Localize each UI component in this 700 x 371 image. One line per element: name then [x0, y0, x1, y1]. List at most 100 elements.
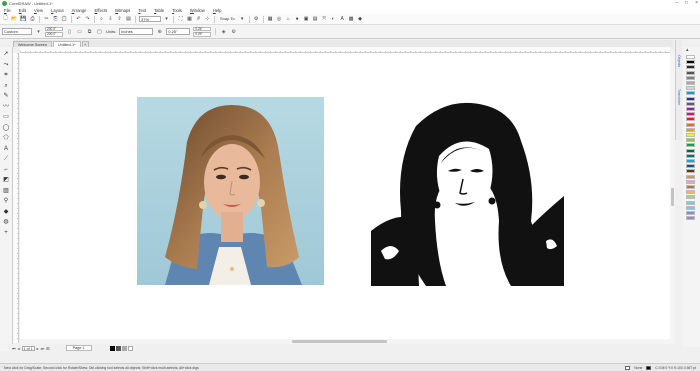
palette-swatch[interactable]: [686, 117, 695, 122]
connector-tool-icon[interactable]: ⌐: [2, 166, 10, 174]
save-icon[interactable]: 💾: [20, 16, 27, 23]
menu-table[interactable]: Table: [154, 8, 164, 13]
portrait-icon[interactable]: ▯: [66, 28, 73, 35]
publish-pdf-icon[interactable]: ▤: [125, 16, 132, 23]
transform-icon[interactable]: ⤧: [321, 16, 328, 23]
palette-swatch[interactable]: [686, 91, 695, 96]
palette-swatch[interactable]: [686, 138, 695, 143]
document-swatch[interactable]: [127, 345, 133, 351]
first-page-icon[interactable]: ⏮: [12, 346, 16, 351]
drop-shadow-icon[interactable]: ◩: [2, 176, 10, 184]
document-swatch[interactable]: [109, 345, 115, 351]
freehand-tool-icon[interactable]: ✎: [2, 92, 10, 100]
menu-layout[interactable]: Layout: [51, 8, 64, 13]
palette-swatch[interactable]: [686, 65, 695, 70]
chevron-down-icon[interactable]: ▾: [163, 16, 170, 23]
all-pages-icon[interactable]: ⧉: [86, 28, 93, 35]
page-height-field[interactable]: 200.0": [45, 32, 63, 37]
chevron-down-icon[interactable]: ▾: [239, 16, 246, 23]
options-gear-icon[interactable]: ⚙: [253, 16, 260, 23]
zoom-tool-icon[interactable]: ⌕: [2, 82, 10, 90]
palette-swatch[interactable]: [686, 153, 695, 158]
fill-icon[interactable]: ◆: [357, 16, 364, 23]
align-distribute-icon[interactable]: ▤: [312, 16, 319, 23]
palette-swatch[interactable]: [686, 205, 695, 210]
corel-connect-icon[interactable]: ◎: [276, 16, 283, 23]
stencil-portrait-image[interactable]: [371, 101, 564, 286]
palette-swatch[interactable]: [686, 70, 695, 75]
cut-icon[interactable]: ✂: [43, 16, 50, 23]
color-portrait-photo[interactable]: [137, 97, 324, 285]
parallel-dimension-icon[interactable]: ⟋: [2, 155, 10, 163]
palette-swatch[interactable]: [686, 81, 695, 85]
print-icon[interactable]: ⎙: [29, 16, 36, 23]
menu-effects[interactable]: Effects: [95, 8, 108, 13]
page-tab[interactable]: Page 1: [65, 345, 92, 351]
zoom-level-field[interactable]: 37%: [139, 16, 161, 22]
last-page-icon[interactable]: ⏭: [41, 346, 45, 351]
palette-swatch[interactable]: [686, 96, 695, 101]
chevron-down-icon[interactable]: ▾: [35, 28, 42, 35]
search-content-icon[interactable]: ⌕: [98, 16, 105, 23]
image-adjust-icon[interactable]: ▩: [348, 16, 355, 23]
pick-tool-icon[interactable]: ➚: [2, 50, 10, 58]
menu-file[interactable]: File: [4, 8, 11, 13]
current-page-icon[interactable]: ▢: [96, 28, 103, 35]
open-icon[interactable]: 📂: [11, 16, 18, 23]
palette-swatch[interactable]: [686, 179, 695, 184]
rulers-icon[interactable]: ▦: [186, 16, 193, 23]
snap-to-dropdown[interactable]: Snap To: [218, 16, 237, 22]
palette-swatch[interactable]: [686, 127, 695, 132]
import-icon[interactable]: ⇩: [107, 16, 114, 23]
close-icon[interactable]: ×: [695, 0, 698, 6]
menu-edit[interactable]: Edit: [19, 8, 26, 13]
palette-swatch[interactable]: [686, 75, 695, 80]
palette-swatch[interactable]: [686, 159, 695, 163]
palette-swatch[interactable]: [686, 112, 695, 117]
duplicate-x-field[interactable]: 0.25": [193, 26, 212, 31]
previous-page-icon[interactable]: ◂: [18, 346, 20, 351]
color-styles-icon[interactable]: ●: [294, 16, 301, 23]
palette-swatch[interactable]: [686, 122, 695, 127]
document-swatch[interactable]: [121, 345, 127, 351]
welcome-screen-icon[interactable]: ⌂: [285, 16, 292, 23]
application-launcher-icon[interactable]: ▦: [267, 16, 274, 23]
add-tool-icon[interactable]: +: [2, 229, 10, 237]
shaping-icon[interactable]: ◐: [330, 16, 337, 23]
units-dropdown[interactable]: inches: [119, 28, 154, 35]
palette-swatch[interactable]: [686, 133, 695, 137]
docker-tab-objects[interactable]: Objects: [676, 46, 681, 76]
palette-swatch[interactable]: [686, 174, 695, 179]
ellipse-tool-icon[interactable]: ◯: [2, 124, 10, 132]
new-document-icon[interactable]: 🗋: [2, 15, 9, 23]
text-properties-icon[interactable]: A: [339, 16, 346, 23]
palette-swatch[interactable]: [686, 200, 695, 205]
nudge-distance-field[interactable]: 0.25": [166, 28, 191, 35]
redo-icon[interactable]: ↷: [84, 16, 91, 23]
guidelines-icon[interactable]: ⊹: [204, 16, 211, 23]
palette-swatch[interactable]: [686, 143, 695, 148]
fill-swatch[interactable]: [625, 365, 631, 370]
rectangle-tool-icon[interactable]: ▭: [2, 113, 10, 121]
document-swatch[interactable]: [115, 345, 121, 351]
palette-swatch[interactable]: [686, 55, 695, 59]
menu-window[interactable]: Window: [190, 8, 205, 13]
treat-as-filled-icon[interactable]: ◈: [220, 28, 227, 35]
add-page-icon[interactable]: ⊞: [46, 346, 49, 351]
next-page-icon[interactable]: ▸: [37, 346, 39, 351]
artistic-media-icon[interactable]: 〰: [2, 103, 10, 111]
full-screen-preview-icon[interactable]: ⛶: [177, 16, 184, 23]
maximize-icon[interactable]: □: [685, 0, 688, 6]
palette-swatch[interactable]: [686, 60, 695, 65]
palette-swatch[interactable]: [686, 195, 695, 200]
eyedropper-icon[interactable]: ⚲: [2, 197, 10, 205]
menu-text[interactable]: Text: [138, 8, 146, 13]
export-icon[interactable]: ⇧: [116, 16, 123, 23]
palette-swatch[interactable]: [686, 190, 695, 195]
vertical-ruler[interactable]: [13, 53, 19, 343]
shape-tool-icon[interactable]: ⤳: [2, 61, 10, 69]
page-width-field[interactable]: 200.0": [45, 26, 63, 31]
menu-help[interactable]: Help: [213, 8, 222, 13]
text-tool-icon[interactable]: A: [2, 145, 10, 153]
palette-swatch[interactable]: [686, 211, 695, 215]
